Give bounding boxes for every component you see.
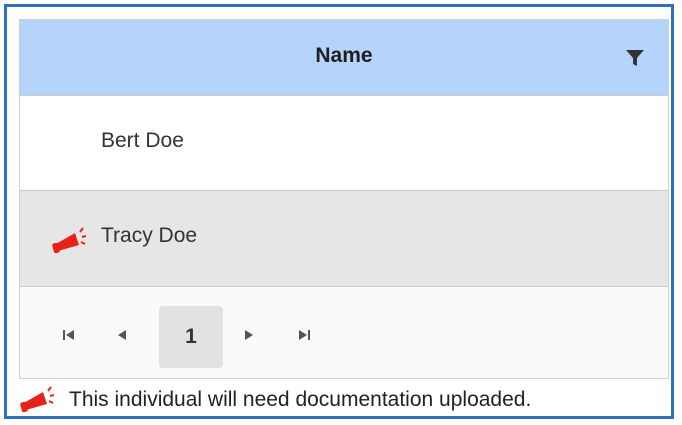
last-page-icon[interactable] bbox=[296, 327, 312, 343]
page-number-button[interactable]: 1 bbox=[159, 306, 223, 368]
pager: 1 bbox=[20, 287, 668, 378]
row-name: Tracy Doe bbox=[101, 224, 198, 247]
previous-page-icon[interactable] bbox=[114, 327, 130, 343]
legend-note: This individual will need documentation … bbox=[69, 388, 532, 411]
grid-header: Name bbox=[20, 20, 668, 96]
next-page-icon[interactable] bbox=[241, 327, 257, 343]
megaphone-icon bbox=[20, 386, 55, 413]
filter-icon[interactable] bbox=[625, 48, 645, 68]
column-header-name[interactable]: Name bbox=[20, 44, 668, 68]
table-row[interactable]: Bert Doe bbox=[20, 96, 668, 191]
table-row[interactable]: Tracy Doe bbox=[20, 191, 668, 287]
name-grid: Name Bert Doe Tracy Doe 1 bbox=[19, 19, 669, 379]
megaphone-icon bbox=[52, 227, 87, 254]
first-page-icon[interactable] bbox=[61, 327, 77, 343]
panel-frame: Name Bert Doe Tracy Doe 1 This individua… bbox=[4, 4, 674, 419]
row-name: Bert Doe bbox=[101, 129, 184, 152]
